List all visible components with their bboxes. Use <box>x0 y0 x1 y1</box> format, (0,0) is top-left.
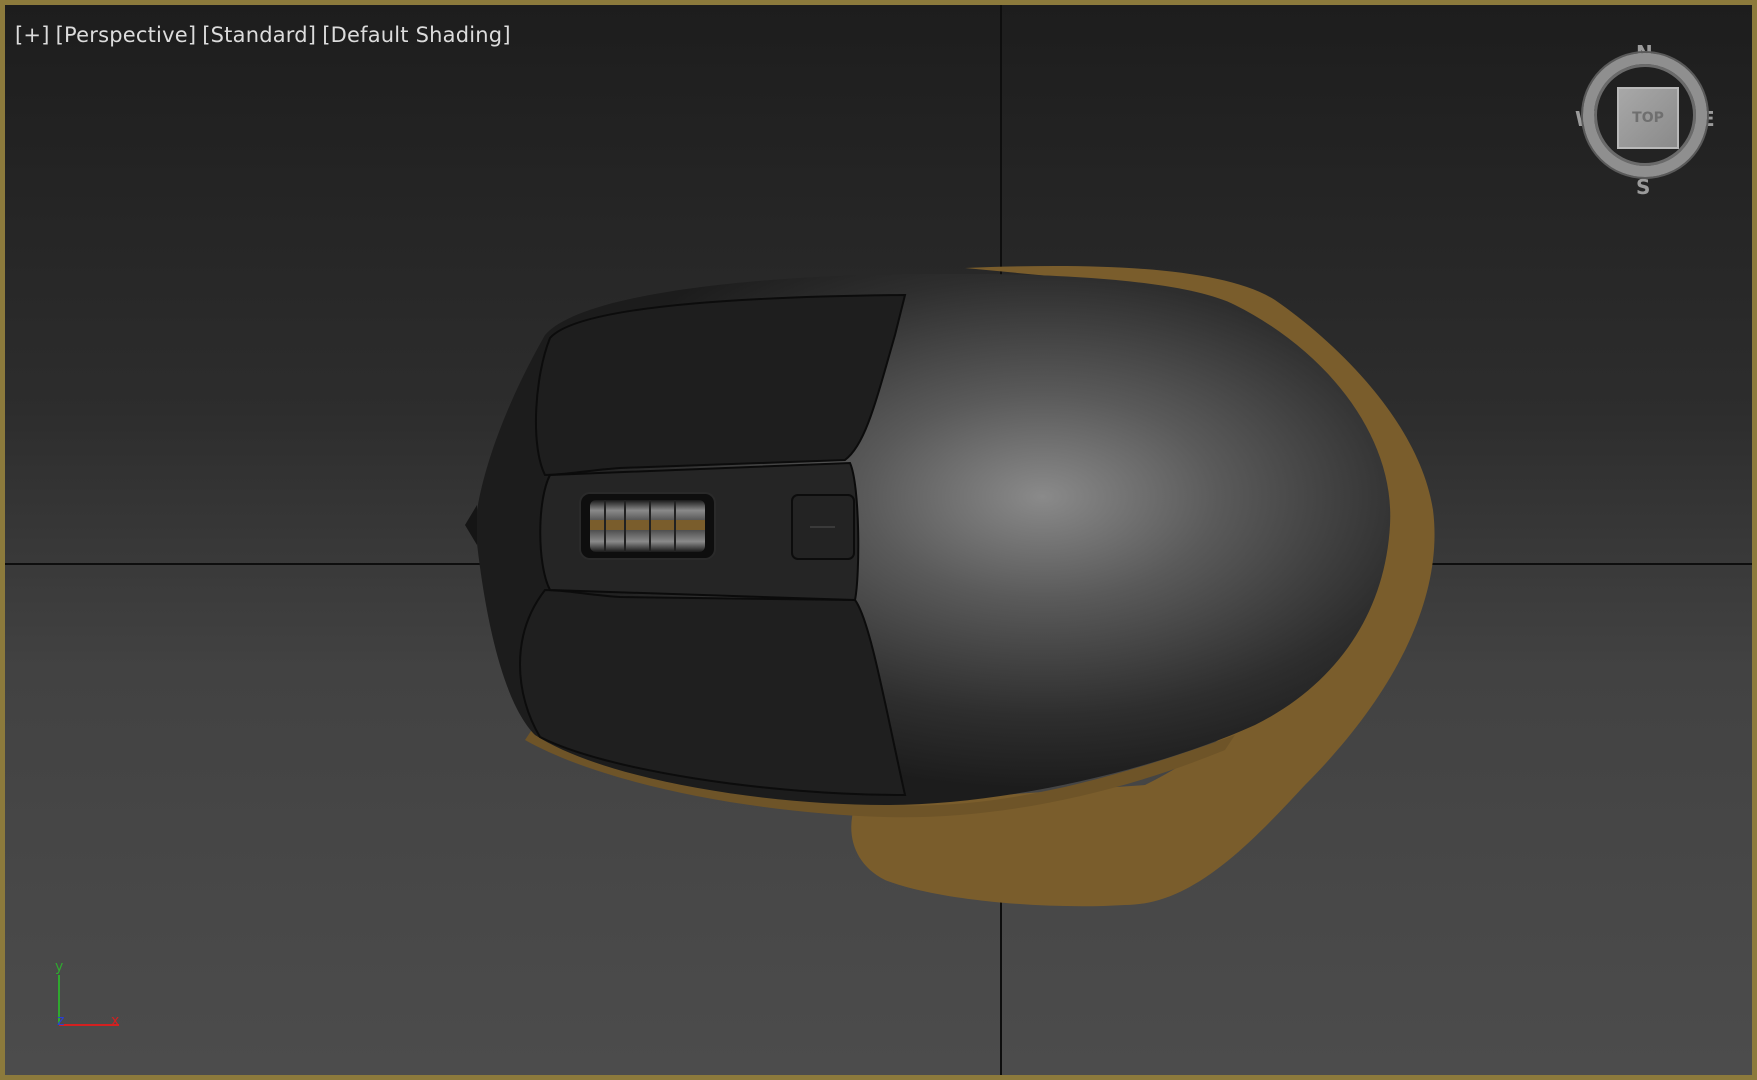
left-button-panel <box>534 293 907 477</box>
axis-tripod: y z x <box>53 959 133 1033</box>
perspective-viewport[interactable]: + Perspective Standard Default Shading <box>0 0 1757 1080</box>
axis-z-label: z <box>57 1013 65 1029</box>
viewcube-top-face[interactable]: TOP <box>1617 87 1679 149</box>
viewcube[interactable]: N S W E TOP <box>1565 35 1725 205</box>
axis-x-label: x <box>111 1013 120 1029</box>
axis-y-label: y <box>55 959 64 975</box>
computer-mouse-model[interactable] <box>5 5 1752 1075</box>
compass-south-label[interactable]: S <box>1636 175 1650 199</box>
right-button-panel <box>519 588 907 797</box>
